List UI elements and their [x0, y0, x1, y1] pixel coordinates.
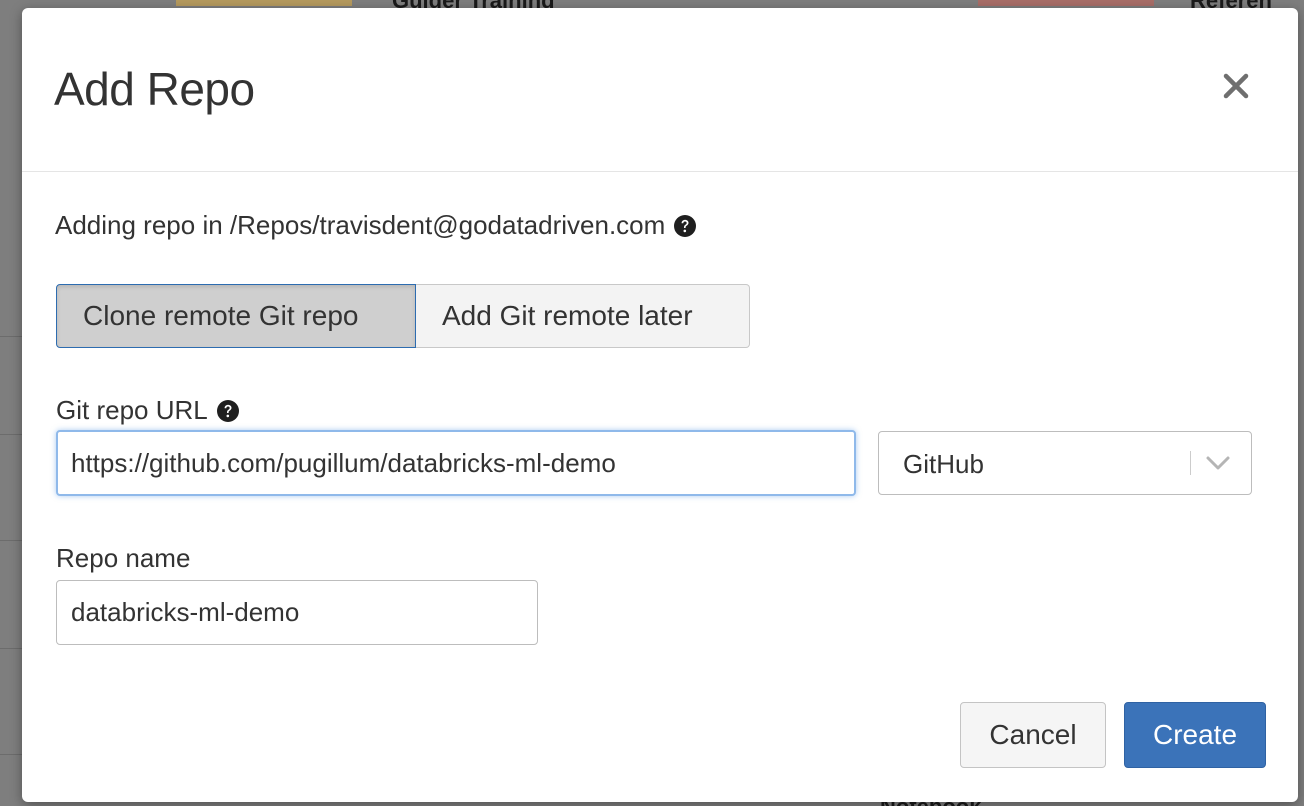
add-remote-later-option[interactable]: Add Git remote later — [416, 284, 750, 348]
background-divider — [0, 540, 22, 541]
select-divider — [1190, 451, 1191, 475]
close-button[interactable] — [1218, 68, 1254, 104]
background-tile — [978, 0, 1154, 6]
background-divider — [0, 754, 22, 755]
chevron-down-icon — [1206, 456, 1230, 470]
question-circle-icon[interactable] — [216, 399, 240, 423]
dialog-header: Add Repo — [22, 8, 1298, 172]
git-provider-select[interactable]: GitHub — [878, 431, 1252, 495]
clone-remote-option[interactable]: Clone remote Git repo — [56, 284, 416, 348]
create-button[interactable]: Create — [1124, 702, 1266, 768]
git-url-label-row: Git repo URL — [56, 395, 240, 426]
git-url-label: Git repo URL — [56, 395, 208, 425]
add-repo-dialog: Add Repo Adding repo in /Repos/travisden… — [22, 8, 1298, 802]
repo-path-text: Adding repo in /Repos/travisdent@godatad… — [55, 210, 666, 240]
git-provider-value: GitHub — [903, 449, 984, 479]
cancel-button[interactable]: Cancel — [960, 702, 1106, 768]
background-divider — [0, 434, 22, 435]
git-url-input[interactable] — [56, 430, 856, 496]
repo-path-info: Adding repo in /Repos/travisdent@godatad… — [55, 210, 697, 241]
dialog-title: Add Repo — [54, 63, 255, 115]
repo-mode-toggle: Clone remote Git repo Add Git remote lat… — [56, 284, 750, 348]
repo-name-input[interactable] — [56, 580, 538, 645]
repo-name-label: Repo name — [56, 543, 191, 573]
background-divider — [0, 336, 22, 337]
background-divider — [0, 648, 22, 649]
background-tile — [176, 0, 352, 6]
question-circle-icon[interactable] — [673, 214, 697, 238]
close-icon — [1223, 73, 1249, 99]
